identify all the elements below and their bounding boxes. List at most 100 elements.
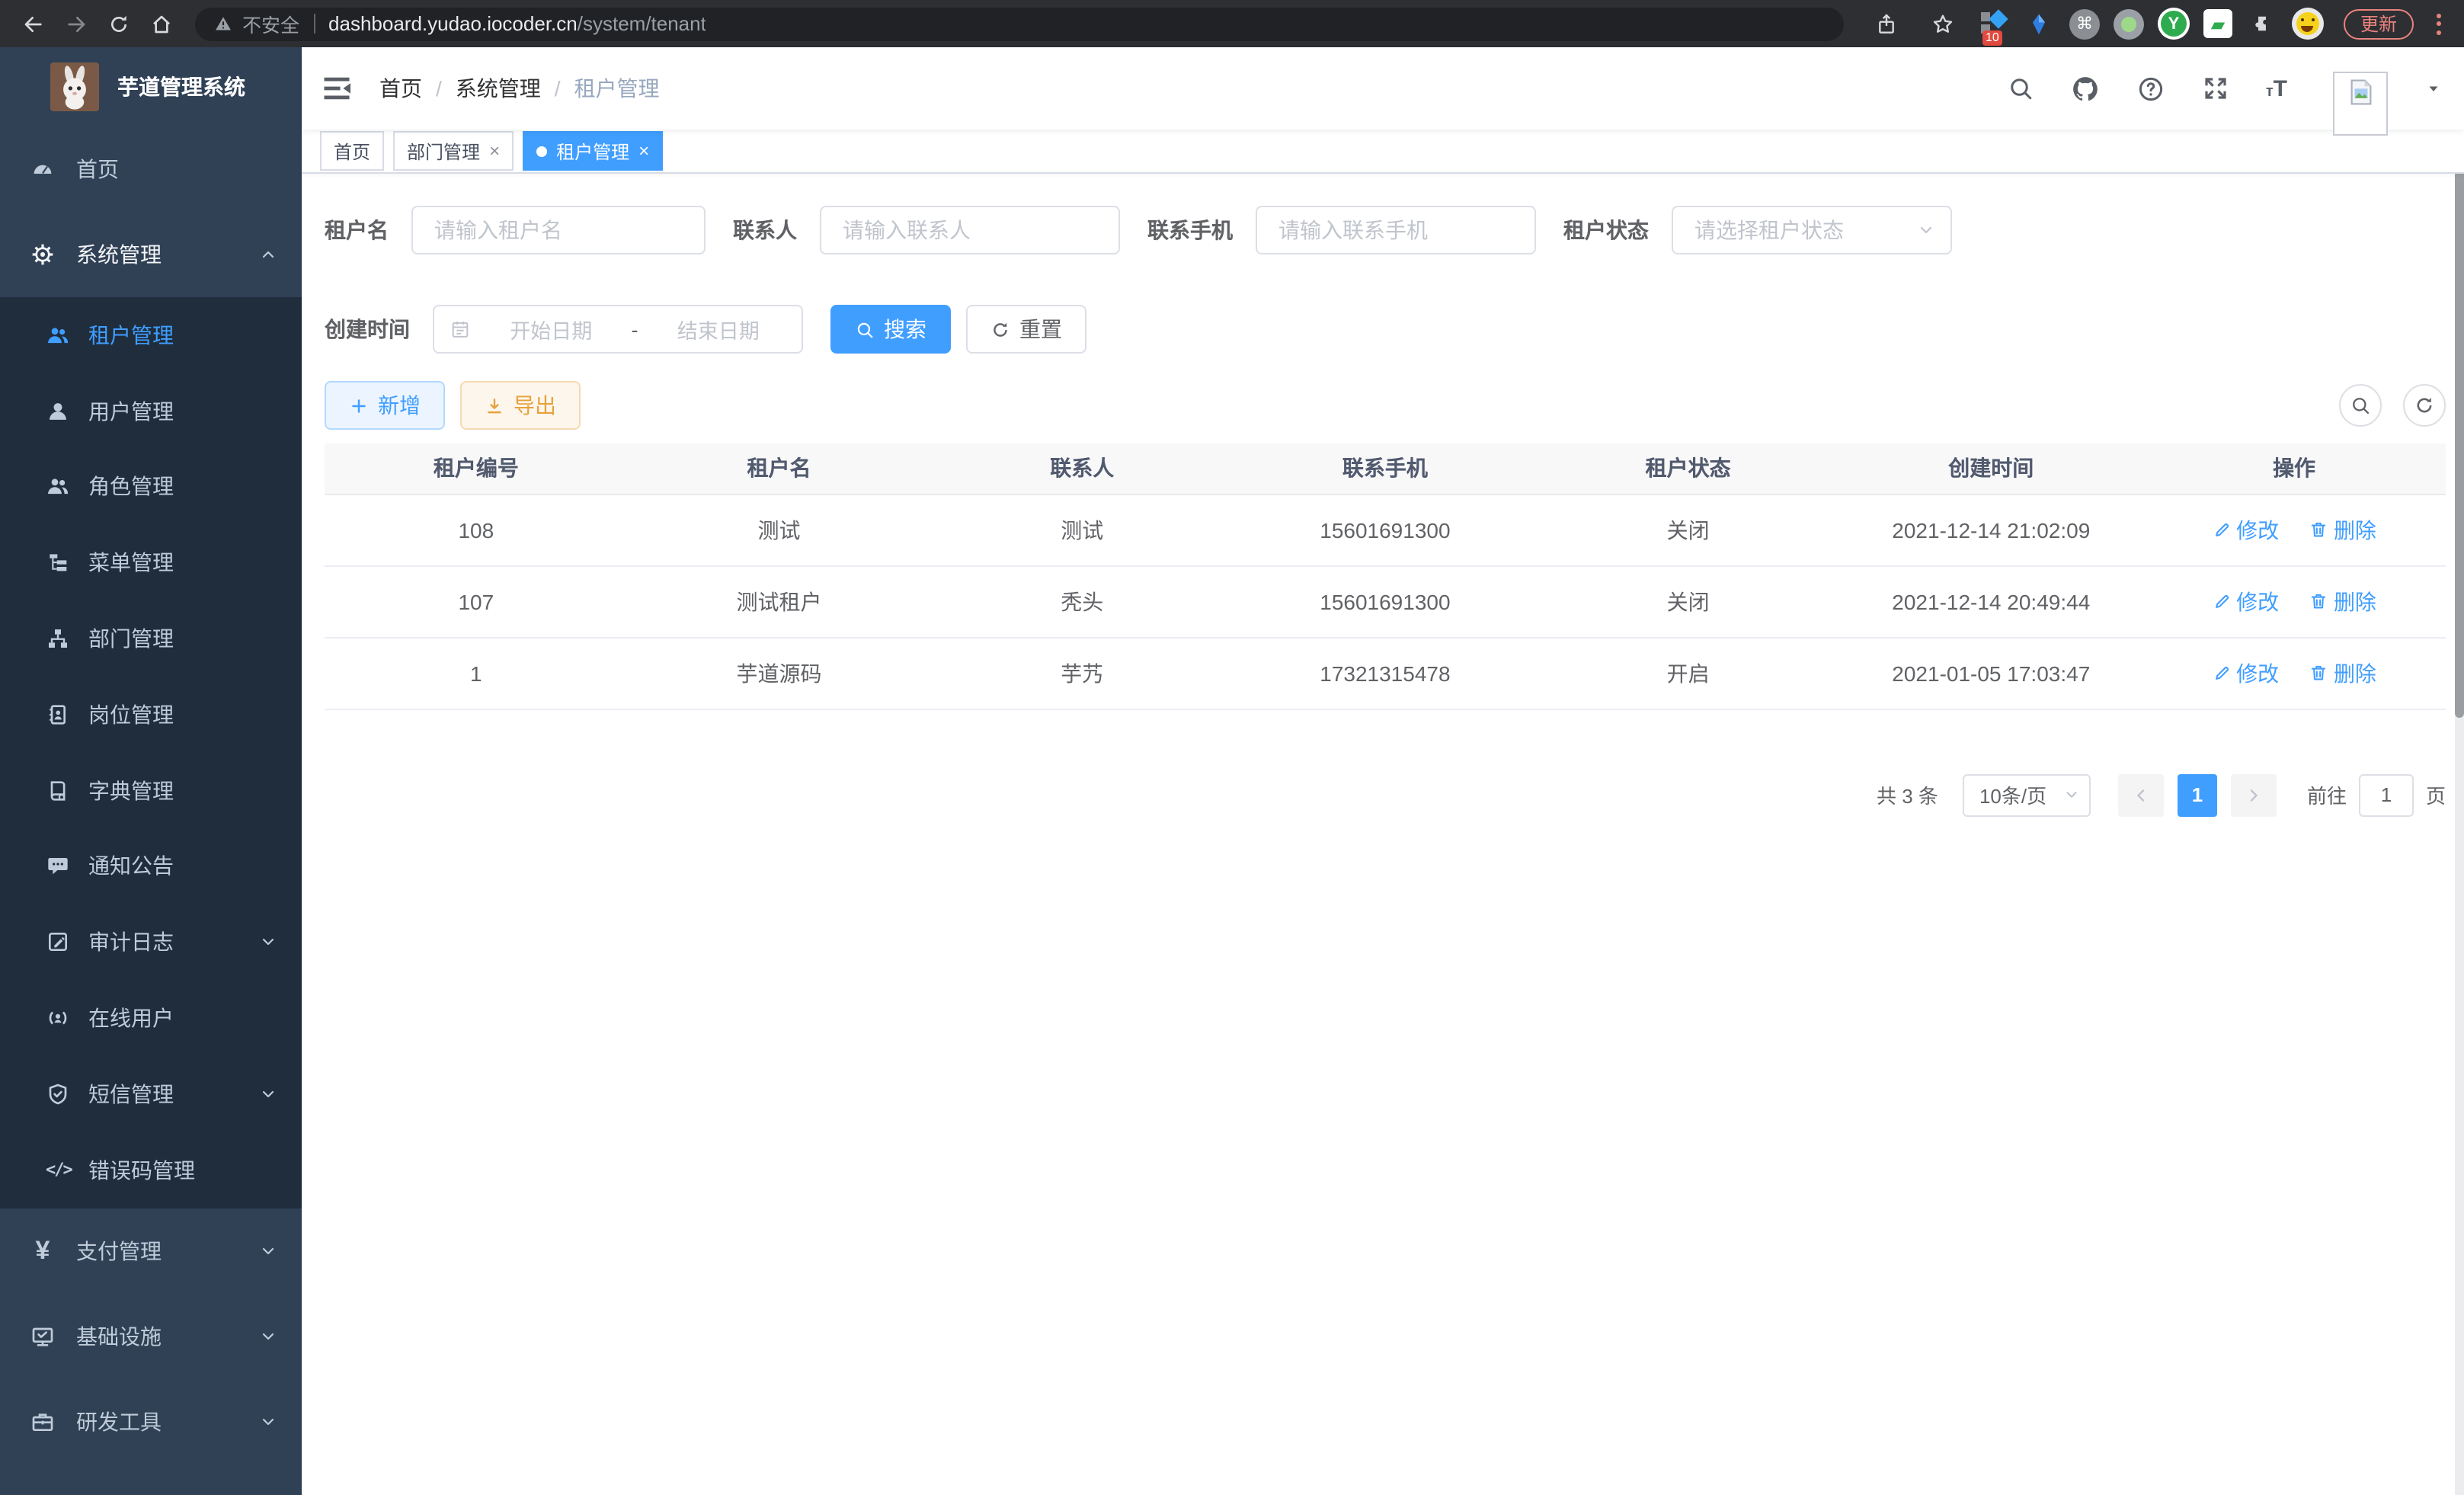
sidebar-item-dict[interactable]: 字典管理: [0, 753, 302, 829]
sidebar-logo-row[interactable]: 芋道管理系统: [0, 47, 302, 126]
cell-created: 2021-12-14 21:02:09: [1839, 494, 2142, 565]
sidebar-item-notice[interactable]: 通知公告: [0, 828, 302, 904]
prev-page-button[interactable]: [2118, 773, 2164, 816]
sidebar-item-label: 短信管理: [88, 1079, 174, 1109]
breadcrumb-system[interactable]: 系统管理: [456, 73, 541, 104]
bookmark-star-button[interactable]: [1922, 5, 1964, 42]
chevron-down-icon: [259, 933, 277, 952]
total-count: 共 3 条: [1877, 780, 1938, 809]
chrome-update-button[interactable]: 更新: [2344, 8, 2414, 39]
sidebar-item-post[interactable]: 岗位管理: [0, 677, 302, 753]
extension-icon-kite[interactable]: [2024, 8, 2056, 40]
current-page-button[interactable]: 1: [2178, 773, 2217, 816]
sidebar-item-role[interactable]: 角色管理: [0, 449, 302, 525]
tag-home[interactable]: 首页: [320, 131, 384, 171]
sidebar-item-infra[interactable]: 基础设施: [0, 1293, 302, 1378]
help-question-icon[interactable]: [2136, 74, 2165, 103]
contact-input[interactable]: [820, 206, 1120, 255]
extension-badge: 10: [1982, 30, 2002, 46]
tag-close-icon[interactable]: ×: [638, 140, 649, 162]
col-tenant-name: 租户名: [628, 443, 931, 494]
browser-back-button[interactable]: [12, 5, 55, 42]
address-bar[interactable]: 不安全 dashboard.yudao.iocoder.cn/system/te…: [195, 7, 1844, 40]
profile-avatar-smiley[interactable]: [2292, 8, 2324, 40]
system-submenu: 租户管理 用户管理 角色管理 菜单管理 部门管理 岗位管理 字典管理 通知公告 …: [0, 297, 302, 1208]
sidebar-item-user[interactable]: 用户管理: [0, 373, 302, 450]
sidebar-item-menu[interactable]: 菜单管理: [0, 525, 302, 601]
user-avatar-broken-image[interactable]: [2333, 72, 2388, 136]
delete-link[interactable]: 删除: [2309, 586, 2376, 616]
extension-icon-grid[interactable]: 10: [1978, 8, 2010, 40]
browser-menu-kebab[interactable]: [2427, 13, 2449, 34]
edit-link[interactable]: 修改: [2212, 658, 2279, 688]
sidebar-collapse-hamburger-icon[interactable]: [320, 72, 354, 105]
sidebar-item-sms[interactable]: 短信管理: [0, 1056, 302, 1132]
date-range-picker[interactable]: 开始日期 - 结束日期: [433, 305, 803, 354]
browser-forward-button[interactable]: [55, 5, 98, 42]
date-separator: -: [632, 318, 638, 341]
page-size-select[interactable]: 10条/页: [1963, 773, 2091, 816]
contact-label: 联系人: [733, 215, 797, 245]
cell-tenant-name: 芋道源码: [628, 637, 931, 709]
table-row: 107 测试租户 秃头 15601691300 关闭 2021-12-14 20…: [325, 565, 2446, 637]
sidebar-item-online-user[interactable]: 在线用户: [0, 980, 302, 1056]
add-button[interactable]: 新增: [325, 381, 445, 430]
share-button[interactable]: [1865, 5, 1908, 42]
extension-icon-chat[interactable]: ▰: [2203, 9, 2232, 38]
sidebar-item-pay[interactable]: ¥ 支付管理: [0, 1208, 302, 1293]
tenant-name-input[interactable]: [411, 206, 706, 255]
refresh-icon: [2414, 395, 2435, 416]
tag-label: 租户管理: [556, 138, 629, 164]
tag-tenant-active[interactable]: 租户管理 ×: [523, 131, 663, 171]
sidebar-item-tenant[interactable]: 租户管理: [0, 297, 302, 373]
search-button[interactable]: 搜索: [830, 305, 951, 354]
breadcrumb-home[interactable]: 首页: [379, 73, 422, 104]
sidebar-item-error-code[interactable]: </>错误码管理: [0, 1132, 302, 1208]
header-search-icon[interactable]: [2007, 75, 2034, 102]
reset-button[interactable]: 重置: [966, 305, 1086, 354]
sidebar-item-label: 错误码管理: [88, 1154, 195, 1185]
refresh-table-button[interactable]: [2403, 384, 2446, 427]
github-icon[interactable]: [2071, 74, 2100, 103]
fullscreen-icon[interactable]: [2202, 75, 2229, 102]
sidebar-item-label: 首页: [76, 154, 119, 184]
extension-icon-command[interactable]: ⌘: [2069, 8, 2100, 39]
active-tag-dot: [536, 146, 547, 156]
sidebar-item-dev-tools[interactable]: 研发工具: [0, 1378, 302, 1464]
export-button[interactable]: 导出: [460, 381, 581, 430]
delete-link[interactable]: 删除: [2309, 514, 2376, 545]
sidebar-item-label: 系统管理: [76, 239, 162, 270]
tag-label: 首页: [334, 138, 370, 164]
sidebar-item-system[interactable]: 系统管理: [0, 212, 302, 297]
sidebar-item-audit-log[interactable]: 审计日志: [0, 904, 302, 981]
page-scrollbar-track[interactable]: [2455, 47, 2464, 1495]
tags-view-bar: 首页 部门管理× 租户管理 ×: [302, 130, 2464, 174]
font-size-icon[interactable]: тT: [2266, 75, 2287, 101]
extension-icon-green-dot[interactable]: [2114, 8, 2144, 39]
delete-label: 删除: [2334, 514, 2376, 545]
next-page-button[interactable]: [2231, 773, 2277, 816]
show-search-toggle-button[interactable]: [2339, 384, 2382, 427]
breadcrumb-separator: /: [436, 76, 442, 101]
sidebar-item-home[interactable]: 首页: [0, 126, 302, 212]
browser-home-button[interactable]: [140, 5, 183, 42]
status-select[interactable]: 请选择租户状态: [1672, 206, 1952, 255]
mobile-input[interactable]: [1256, 206, 1536, 255]
tag-dept[interactable]: 部门管理×: [393, 131, 514, 171]
avatar-caret-down-icon[interactable]: [2424, 79, 2443, 98]
cell-status: 关闭: [1537, 565, 1840, 637]
sidebar-item-label: 用户管理: [88, 395, 174, 426]
edit-link[interactable]: 修改: [2212, 514, 2279, 545]
extensions-puzzle-icon[interactable]: [2246, 8, 2278, 40]
goto-page-input[interactable]: [2359, 773, 2414, 816]
delete-link[interactable]: 删除: [2309, 658, 2376, 688]
extension-icon-y[interactable]: Y: [2158, 8, 2190, 40]
breadcrumb-separator: /: [555, 76, 561, 101]
edit-link[interactable]: 修改: [2212, 586, 2279, 616]
sidebar-item-label: 审计日志: [88, 927, 174, 958]
browser-reload-button[interactable]: [98, 5, 140, 42]
chevron-left-icon: [2132, 786, 2150, 804]
sidebar-item-label: 支付管理: [76, 1235, 162, 1266]
sidebar-item-dept[interactable]: 部门管理: [0, 600, 302, 677]
tag-close-icon[interactable]: ×: [489, 140, 500, 162]
